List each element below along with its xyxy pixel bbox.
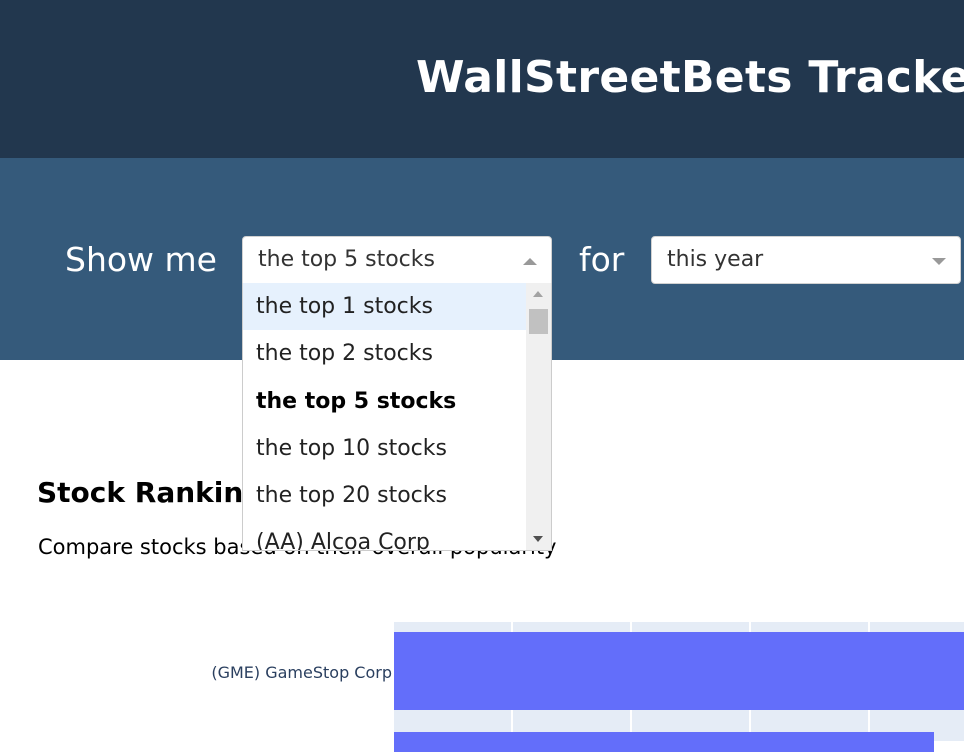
- chevron-down-icon[interactable]: [932, 258, 946, 265]
- chart-bar-second[interactable]: [394, 732, 934, 752]
- period-select[interactable]: this year: [651, 236, 961, 284]
- show-me-label: Show me: [65, 240, 217, 279]
- scroll-up-arrow-icon[interactable]: [533, 291, 543, 297]
- dropdown-option[interactable]: the top 20 stocks: [243, 472, 526, 519]
- scroll-down-arrow-icon[interactable]: [533, 536, 543, 542]
- dropdown-option[interactable]: the top 10 stocks: [243, 425, 526, 472]
- chart-plot-area: [394, 622, 964, 752]
- dropdown-option[interactable]: (AA) Alcoa Corp: [243, 519, 526, 550]
- dropdown-option[interactable]: the top 2 stocks: [243, 330, 526, 377]
- chart-category-label: (GME) GameStop Corp: [211, 663, 392, 682]
- count-select-menu[interactable]: the top 1 stocks the top 2 stocks the to…: [242, 283, 552, 551]
- for-label: for: [579, 240, 625, 279]
- chart-bar-gme[interactable]: [394, 632, 964, 710]
- page-title: WallStreetBets Tracker: [416, 52, 964, 103]
- dropdown-scrollbar[interactable]: [526, 283, 551, 550]
- dropdown-option[interactable]: the top 1 stocks: [243, 283, 526, 330]
- period-select-value: this year: [667, 247, 764, 272]
- count-select[interactable]: the top 5 stocks: [242, 236, 552, 284]
- app-header: WallStreetBets Tracker: [0, 0, 964, 158]
- count-select-value: the top 5 stocks: [258, 247, 435, 272]
- scrollbar-thumb[interactable]: [529, 309, 548, 334]
- dropdown-option[interactable]: the top 5 stocks: [243, 378, 526, 425]
- chevron-up-icon[interactable]: [523, 258, 537, 265]
